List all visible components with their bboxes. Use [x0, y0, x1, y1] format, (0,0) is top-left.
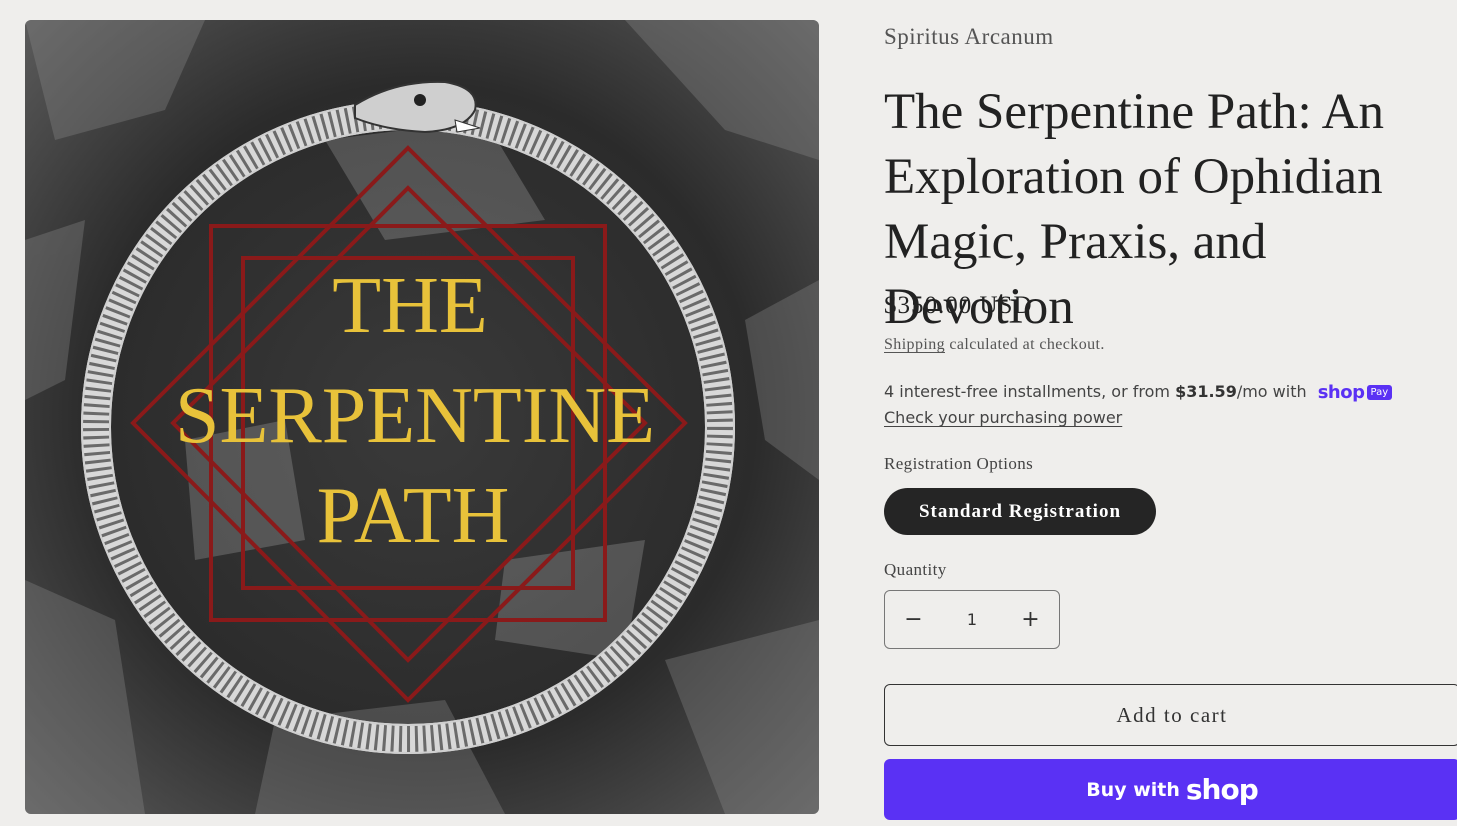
quantity-increase-button[interactable]: +: [1002, 591, 1059, 648]
cover-title-line-3: PATH: [317, 472, 510, 560]
shop-pay-badge: Pay: [1366, 385, 1393, 400]
tax-note: Shipping calculated at checkout.: [884, 336, 1105, 354]
installments-amount: $31.59: [1175, 382, 1237, 401]
installments-banner: 4 interest-free installments, or from $3…: [884, 382, 1393, 403]
shop-logo: shop: [1185, 773, 1259, 806]
buy-with-label: Buy with: [1086, 778, 1180, 801]
add-to-cart-button[interactable]: Add to cart: [884, 684, 1457, 746]
shipping-link[interactable]: Shipping: [884, 336, 945, 353]
tax-note-text: calculated at checkout.: [945, 336, 1105, 353]
shop-pay-logo: shop Pay: [1317, 382, 1393, 403]
installments-suffix: /mo with: [1236, 382, 1307, 401]
shop-pay-wordmark: shop: [1317, 382, 1365, 403]
registration-options-label: Registration Options: [884, 454, 1034, 473]
vendor-name: Spiritus Arcanum: [884, 24, 1054, 49]
cover-title-line-2: SERPENTINE: [175, 372, 655, 460]
registration-option-standard[interactable]: Standard Registration: [884, 488, 1156, 535]
buy-with-shop-button[interactable]: Buy with shop: [884, 759, 1457, 820]
product-image[interactable]: THE SERPENTINE PATH: [25, 20, 819, 814]
quantity-decrease-button[interactable]: −: [885, 591, 942, 648]
serpentine-path-cover-art: THE SERPENTINE PATH: [25, 20, 819, 814]
quantity-label: Quantity: [884, 560, 947, 579]
purchasing-power-link[interactable]: Check your purchasing power: [884, 408, 1122, 427]
product-price: $350.00 USD: [884, 292, 1033, 319]
quantity-stepper: − +: [884, 590, 1060, 649]
cover-title-line-1: THE: [332, 262, 488, 350]
installments-prefix: 4 interest-free installments, or from: [884, 382, 1176, 401]
quantity-input[interactable]: [942, 609, 1002, 630]
